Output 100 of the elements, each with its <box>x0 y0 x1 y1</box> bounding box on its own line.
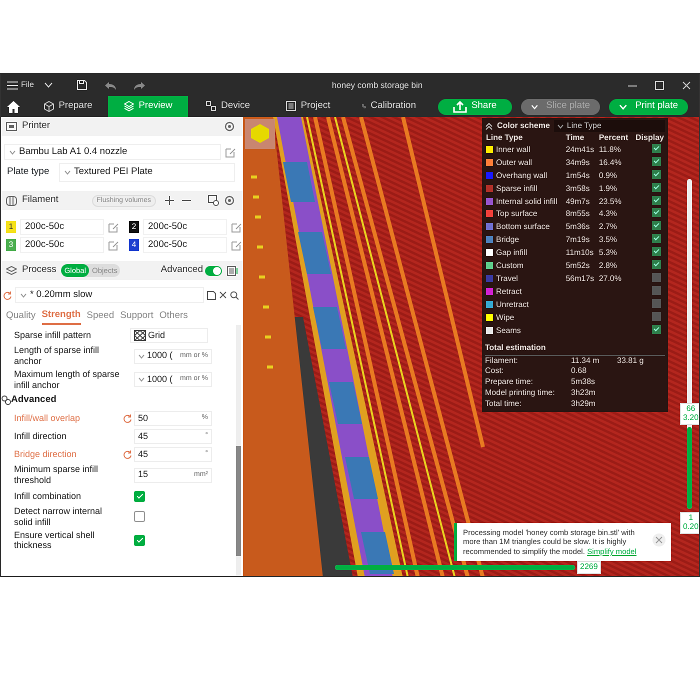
line-type-name: Travel <box>496 274 518 283</box>
edit-icon[interactable] <box>108 222 119 232</box>
legend-title: Color scheme <box>497 120 550 132</box>
time-value: 11m10s <box>566 248 594 258</box>
display-checkbox[interactable] <box>652 286 661 295</box>
display-checkbox[interactable] <box>652 298 661 308</box>
time-value: 24m41s <box>566 144 594 154</box>
edit-icon[interactable] <box>231 240 242 250</box>
checkbox[interactable] <box>134 534 145 546</box>
line-type-name: Retract <box>496 286 522 296</box>
scrollbar[interactable] <box>236 325 241 576</box>
file-menu[interactable]: File <box>21 79 34 91</box>
gears-icon <box>1 395 11 406</box>
filament-select[interactable]: 200c-50c <box>143 237 227 253</box>
home-icon[interactable] <box>7 100 20 112</box>
edit-icon[interactable] <box>108 240 119 250</box>
percent-value: 23.5% <box>598 196 622 206</box>
display-checkbox[interactable] <box>652 182 661 192</box>
redo-icon[interactable] <box>134 80 145 90</box>
line-type-name: Inner wall <box>496 144 530 154</box>
reset-icon[interactable] <box>3 290 12 300</box>
tab[interactable]: Device <box>188 96 268 117</box>
display-checkbox[interactable] <box>652 170 661 179</box>
settings-tab[interactable]: Quality <box>6 308 36 326</box>
color-scheme-select[interactable]: Line Type <box>554 120 665 132</box>
total-title: Total estimation <box>485 342 665 356</box>
settings-icon[interactable] <box>224 195 235 206</box>
display-checkbox[interactable] <box>652 260 661 270</box>
filament-select[interactable]: 200c-50c <box>143 219 227 235</box>
settings-tab[interactable]: Others <box>159 308 188 326</box>
layer-slider-range[interactable] <box>687 426 692 509</box>
settings-icon[interactable] <box>224 121 235 132</box>
field-label: Plate type <box>7 165 50 180</box>
tab[interactable]: Project <box>268 96 348 117</box>
time-value: 7m19s <box>566 235 590 244</box>
chevron-down-icon[interactable] <box>44 82 53 88</box>
plate-type-select[interactable]: Textured PEI Plate <box>59 163 235 182</box>
display-checkbox[interactable] <box>652 247 661 256</box>
tab[interactable]: Calibration <box>348 96 430 117</box>
list-icon[interactable] <box>227 266 238 276</box>
maximize-icon[interactable] <box>655 80 664 90</box>
time-value: 5m36s <box>566 222 590 232</box>
spool-icon <box>6 196 17 206</box>
line-type-name: Unretract <box>496 300 529 309</box>
reset-icon[interactable] <box>123 450 132 459</box>
edit-icon[interactable] <box>225 146 236 158</box>
menu-icon[interactable] <box>7 80 18 90</box>
layer-number: 1 <box>688 514 694 523</box>
time-value: 3m58s <box>566 184 590 193</box>
filament-color-tag[interactable]: 4 <box>129 239 139 251</box>
filament-select[interactable]: 200c-50c <box>20 237 104 253</box>
tab[interactable]: Prepare <box>28 96 108 117</box>
display-checkbox[interactable] <box>652 272 661 282</box>
search-icon[interactable] <box>230 290 239 300</box>
setting-label: Infill direction <box>13 431 68 442</box>
printer-select[interactable]: Bambu Lab A1 0.4 nozzle <box>4 144 221 160</box>
display-checkbox[interactable] <box>652 234 661 244</box>
display-checkbox[interactable] <box>652 312 661 321</box>
time-value: 5m52s <box>566 261 590 270</box>
percent-value: 5.3% <box>598 248 618 258</box>
filament-select[interactable]: 200c-50c <box>20 219 104 235</box>
collapse-icon[interactable] <box>485 122 493 130</box>
section-title: Process <box>22 263 56 278</box>
plus-icon[interactable] <box>165 196 174 205</box>
percent-value: 11.8% <box>598 144 621 154</box>
line-type-name: Custom <box>496 261 524 270</box>
checkbox[interactable] <box>134 511 145 522</box>
display-checkbox[interactable] <box>652 324 661 334</box>
total-value: 33.81 g <box>617 356 644 366</box>
filament-color-tag[interactable]: 1 <box>6 221 16 233</box>
chevron-down-icon <box>9 150 16 154</box>
process-preset-select[interactable]: * 0.20mm slow <box>14 287 204 303</box>
line-type-name: Bridge <box>496 235 520 244</box>
column-header: Percent <box>598 133 630 144</box>
time-value: 1m54s <box>566 170 590 180</box>
save-icon[interactable] <box>207 290 216 300</box>
reset-icon[interactable] <box>123 414 132 423</box>
checkbox[interactable] <box>134 490 145 502</box>
display-checkbox[interactable] <box>652 144 661 153</box>
advanced-switch[interactable] <box>205 266 222 276</box>
display-checkbox[interactable] <box>652 196 661 205</box>
dropdown[interactable]: Grid <box>130 328 208 343</box>
column-header: Time <box>564 133 586 144</box>
display-checkbox[interactable] <box>652 156 661 166</box>
percent-value: 2.7% <box>598 222 618 232</box>
display-checkbox[interactable] <box>652 221 661 230</box>
edit-icon[interactable] <box>231 222 242 232</box>
move-slider-fill[interactable] <box>335 565 575 570</box>
line-type-name: Gap infill <box>496 248 528 258</box>
percent-value: 3.5% <box>598 235 618 244</box>
undo-icon[interactable] <box>104 80 116 90</box>
settings-tab[interactable]: Speed <box>86 308 114 326</box>
total-label: Filament: <box>485 356 519 366</box>
total-value: 0.68 <box>571 366 588 378</box>
line-type-name: Internal solid infill <box>496 196 558 206</box>
filament-color-tag[interactable]: 2 <box>129 221 139 233</box>
settings-tab[interactable]: Support <box>120 308 154 326</box>
close-icon[interactable] <box>219 291 228 299</box>
chevron-down-icon <box>556 124 564 128</box>
display-checkbox[interactable] <box>652 208 661 218</box>
